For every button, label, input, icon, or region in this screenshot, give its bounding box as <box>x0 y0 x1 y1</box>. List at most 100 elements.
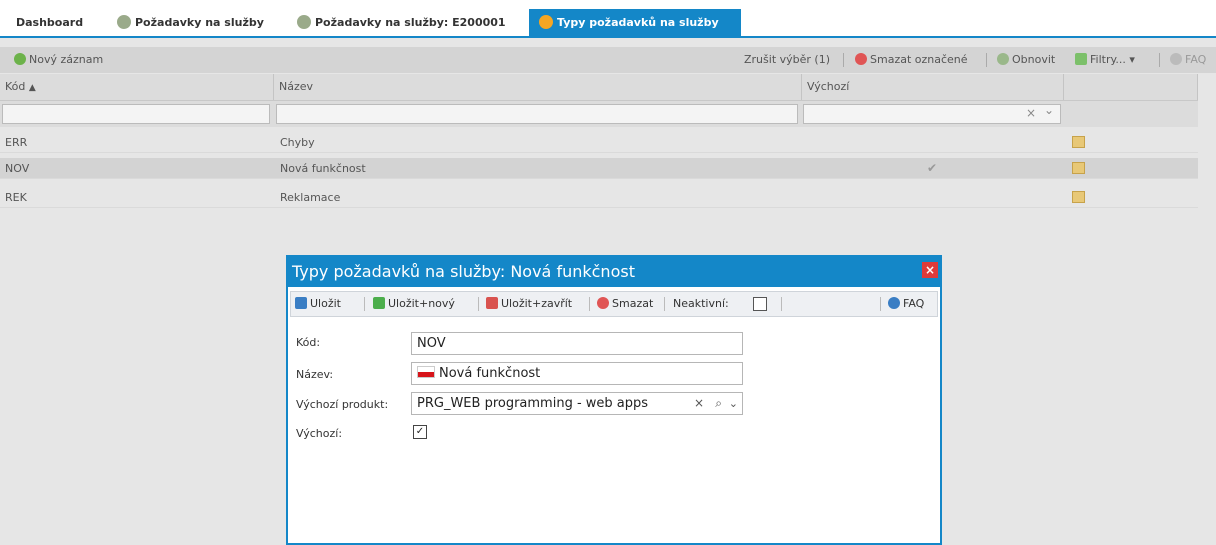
product-field[interactable]: PRG_WEB programming - web apps × ⌕ ⌄ <box>411 392 743 415</box>
toolbar-divider <box>1159 53 1160 67</box>
close-icon: × <box>924 263 936 277</box>
delete-marked-button[interactable]: Smazat označené <box>855 47 968 73</box>
save-close-label: Uložit+zavřít <box>501 297 573 310</box>
help-icon <box>1170 53 1182 65</box>
name-label: Název: <box>296 368 334 381</box>
name-filter-input[interactable] <box>276 104 798 124</box>
toolbar-divider <box>364 297 365 311</box>
delete-icon <box>597 297 609 309</box>
tab-label: Dashboard <box>16 16 84 29</box>
save-new-icon <box>373 297 385 309</box>
product-label: Výchozí produkt: <box>296 398 389 411</box>
edit-dialog: Typy požadavků na služby: Nová funkčnost… <box>286 255 942 545</box>
table-row[interactable]: REK Reklamace <box>0 187 1198 208</box>
inactive-label: Neaktivní: <box>673 297 729 310</box>
save-close-icon <box>486 297 498 309</box>
faq-label: FAQ <box>903 297 925 310</box>
column-header-name[interactable]: Název <box>274 74 802 100</box>
tab-service-request-detail[interactable]: Požadavky na služby: E200001 <box>297 9 506 36</box>
faq-button[interactable]: FAQ <box>1170 47 1206 73</box>
row-name: Reklamace <box>280 191 341 204</box>
tab-underline <box>0 36 1216 38</box>
refresh-button[interactable]: Obnovit <box>997 47 1055 73</box>
refresh-label: Obnovit <box>1012 53 1056 66</box>
tab-dashboard[interactable]: Dashboard <box>16 9 83 36</box>
row-code: NOV <box>5 162 30 175</box>
code-filter-input[interactable] <box>2 104 270 124</box>
column-header-default[interactable]: Výchozí <box>802 74 1064 100</box>
name-field[interactable]: Nová funkčnost <box>411 362 743 385</box>
inactive-checkbox[interactable] <box>753 297 767 311</box>
default-checkbox[interactable]: ✓ <box>413 425 427 439</box>
save-button[interactable]: Uložit <box>295 292 341 316</box>
code-label: Kód: <box>296 336 321 349</box>
faq-button[interactable]: FAQ <box>888 292 924 316</box>
toolbar-divider <box>986 53 987 67</box>
tab-label: Typy požadavků na služby <box>557 16 719 29</box>
plus-icon <box>14 53 26 65</box>
clear-icon[interactable]: × <box>694 393 704 414</box>
column-label: Kód <box>5 80 26 93</box>
edit-icon[interactable] <box>1072 136 1085 148</box>
search-icon[interactable]: ⌕ <box>715 393 722 414</box>
toolbar-divider <box>880 297 881 311</box>
row-name: Nová funkčnost <box>280 162 366 175</box>
toolbar-divider <box>843 53 844 67</box>
faq-label: FAQ <box>1185 53 1207 66</box>
dialog-title-bar: Typy požadavků na služby: Nová funkčnost… <box>288 257 940 287</box>
toolbar-divider <box>478 297 479 311</box>
tab-request-types[interactable]: Typy požadavků na služby <box>529 9 741 36</box>
default-label: Výchozí: <box>296 427 343 440</box>
save-new-button[interactable]: Uložit+nový <box>373 292 455 316</box>
ball-icon <box>539 15 553 29</box>
delete-icon <box>855 53 867 65</box>
save-icon <box>295 297 307 309</box>
help-icon <box>888 297 900 309</box>
delete-button[interactable]: Smazat <box>597 292 653 316</box>
main-toolbar: Nový záznam Zrušit výběr (1) Smazat ozna… <box>0 47 1216 73</box>
delete-marked-label: Smazat označené <box>870 53 968 66</box>
new-record-button[interactable]: Nový záznam <box>14 47 103 73</box>
delete-label: Smazat <box>612 297 654 310</box>
filters-label: Filtry... <box>1090 53 1126 66</box>
clear-icon[interactable]: × <box>1026 106 1036 120</box>
tab-label: Požadavky na služby: E200001 <box>315 16 506 29</box>
row-code: REK <box>5 191 27 204</box>
filters-button[interactable]: Filtry... ▾ <box>1075 47 1135 73</box>
chevron-down-icon[interactable]: ⌄ <box>1044 103 1054 117</box>
gear-icon <box>297 15 311 29</box>
code-field[interactable]: NOV <box>411 332 743 355</box>
grid-header: Kód ▲ Název Výchozí <box>0 74 1198 101</box>
toolbar-divider <box>664 297 665 311</box>
product-value: PRG_WEB programming - web apps <box>417 396 649 411</box>
tab-service-requests[interactable]: Požadavky na služby <box>117 9 264 36</box>
new-record-label: Nový záznam <box>29 53 104 66</box>
clear-selection-label: Zrušit výběr (1) <box>744 53 830 66</box>
edit-icon[interactable] <box>1072 162 1085 174</box>
edit-icon[interactable] <box>1072 191 1085 203</box>
gear-icon <box>117 15 131 29</box>
column-label: Výchozí <box>807 80 850 93</box>
row-code: ERR <box>5 136 28 149</box>
table-row[interactable]: NOV Nová funkčnost ✔ <box>0 158 1198 179</box>
chevron-down-icon[interactable]: ⌄ <box>729 393 738 414</box>
save-new-label: Uložit+nový <box>388 297 455 310</box>
table-row[interactable]: ERR Chyby <box>0 132 1198 153</box>
filter-row: × ⌄ <box>0 101 1198 127</box>
toolbar-divider <box>781 297 782 311</box>
refresh-icon <box>997 53 1009 65</box>
save-label: Uložit <box>310 297 341 310</box>
column-header-code[interactable]: Kód ▲ <box>0 74 274 100</box>
dialog-toolbar: Uložit Uložit+nový Uložit+zavřít Smazat … <box>290 291 938 317</box>
column-header-actions <box>1064 74 1198 100</box>
tab-bar: Dashboard Požadavky na služby Požadavky … <box>0 0 1216 38</box>
close-button[interactable]: × <box>922 262 938 278</box>
tab-label: Požadavky na služby <box>135 16 264 29</box>
column-label: Název <box>279 80 314 93</box>
checkmark-icon: ✔ <box>927 161 938 175</box>
default-filter-select[interactable]: × ⌄ <box>803 103 1061 124</box>
row-name: Chyby <box>280 136 315 149</box>
clear-selection-button[interactable]: Zrušit výběr (1) <box>744 47 830 73</box>
sort-asc-icon: ▲ <box>28 83 36 93</box>
save-close-button[interactable]: Uložit+zavřít <box>486 292 572 316</box>
